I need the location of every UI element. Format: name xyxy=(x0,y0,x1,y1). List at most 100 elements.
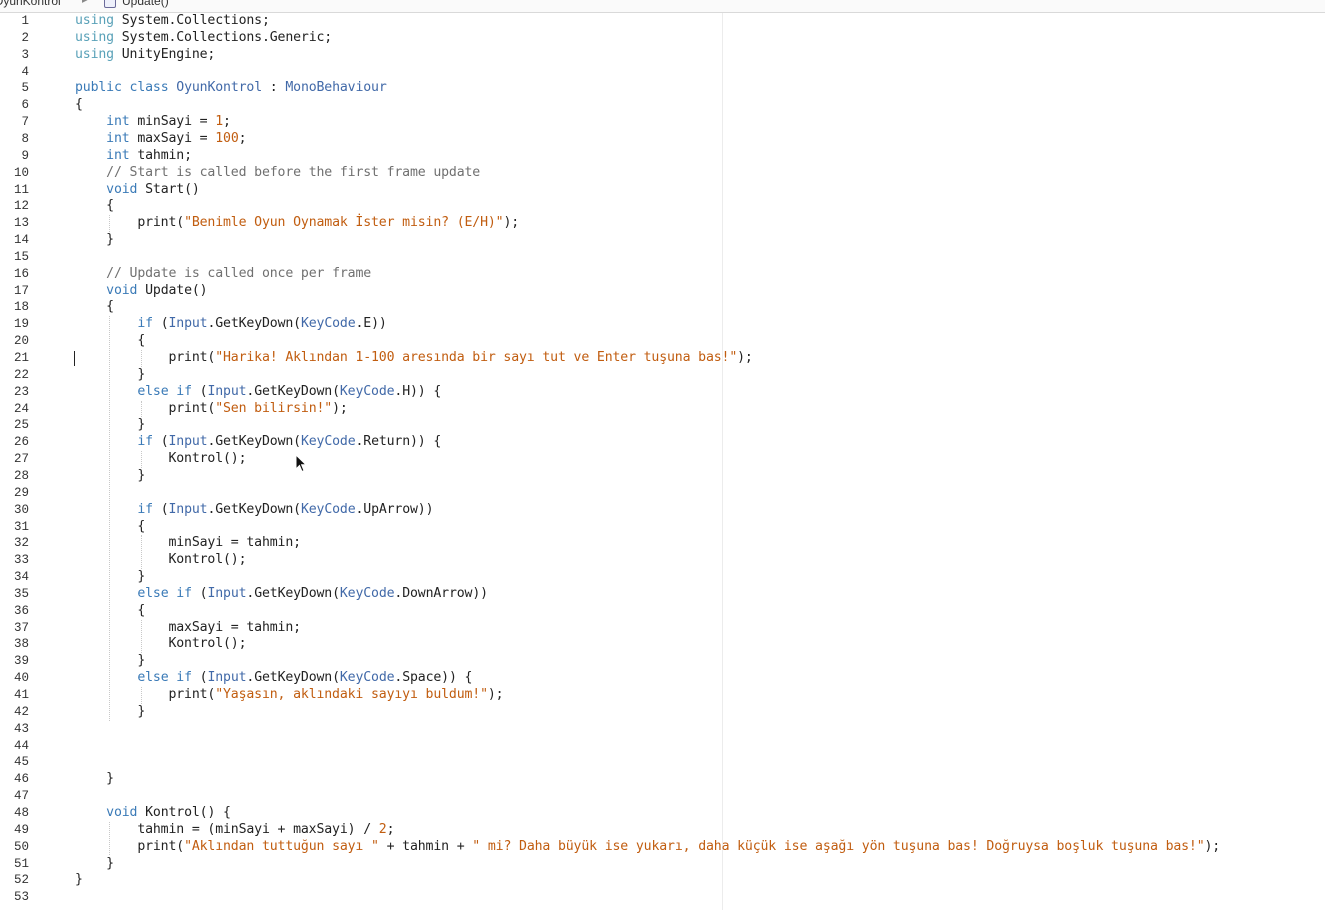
line-number: 48 xyxy=(13,805,29,820)
code-line[interactable]: 34 } xyxy=(0,569,1325,586)
breadcrumb: OyunKontrol ▸ Update() xyxy=(0,0,1325,13)
code-line[interactable]: 17 void Update() xyxy=(0,283,1325,300)
code-line[interactable]: 21 print("Harika! Aklından 1-100 aresınd… xyxy=(0,350,1325,367)
line-number: 15 xyxy=(13,249,29,264)
code-line[interactable]: 16 // Update is called once per frame xyxy=(0,266,1325,283)
line-number: 40 xyxy=(13,671,29,686)
line-number: 6 xyxy=(21,98,29,113)
code-line[interactable]: 4 xyxy=(0,64,1325,81)
code-token: using xyxy=(75,46,114,62)
code-line[interactable]: 11 void Start() xyxy=(0,182,1325,199)
code-line[interactable]: 52} xyxy=(0,872,1325,889)
code-token: print( xyxy=(75,687,216,702)
code-line[interactable]: 51 } xyxy=(0,856,1325,873)
code-line[interactable]: 31 { xyxy=(0,519,1325,536)
line-number: 39 xyxy=(13,654,29,669)
code-line[interactable]: 48 void Kontrol() { xyxy=(0,805,1325,822)
indent-guide xyxy=(141,400,143,418)
code-text: print("Benimle Oyun Oynamak İster misin?… xyxy=(75,215,519,232)
code-token: "Harika! Aklından 1-100 aresında bir say… xyxy=(215,350,738,365)
code-text: print("Aklından tuttuğun sayı " + tahmin… xyxy=(75,839,1220,856)
line-number: 23 xyxy=(13,384,29,399)
code-line[interactable]: 36 { xyxy=(0,603,1325,620)
code-text: if (Input.GetKeyDown(KeyCode.E)) xyxy=(75,316,386,333)
code-text: if (Input.GetKeyDown(KeyCode.UpArrow)) xyxy=(75,502,433,519)
code-line[interactable]: 24 print("Sen bilirsin!"); xyxy=(0,401,1325,418)
code-line[interactable]: 46 } xyxy=(0,771,1325,788)
line-number: 35 xyxy=(13,586,29,601)
line-number: 51 xyxy=(13,856,29,871)
line-number: 20 xyxy=(13,334,29,349)
code-line[interactable]: 25 } xyxy=(0,417,1325,434)
code-token: Kontrol(); xyxy=(75,552,247,568)
code-line[interactable]: 53 xyxy=(0,889,1325,906)
code-token: ); xyxy=(503,215,520,231)
indent-guide xyxy=(141,350,143,367)
code-line[interactable]: 40 else if (Input.GetKeyDown(KeyCode.Spa… xyxy=(0,670,1325,687)
code-line[interactable]: 37 maxSayi = tahmin; xyxy=(0,620,1325,637)
line-number: 14 xyxy=(13,233,29,248)
code-line[interactable]: 41 print("Yaşasın, aklındaki sayıyı buld… xyxy=(0,687,1325,704)
code-token: 100 xyxy=(215,130,239,146)
line-number: 42 xyxy=(13,704,29,719)
code-line[interactable]: 44 xyxy=(0,738,1325,755)
line-number: 12 xyxy=(13,199,29,214)
code-token: public xyxy=(75,80,122,96)
code-line[interactable]: 15 xyxy=(0,249,1325,266)
code-line[interactable]: 5 public class OyunKontrol : MonoBehaviou… xyxy=(0,80,1325,97)
code-line[interactable]: 2 using System.Collections.Generic; xyxy=(0,30,1325,47)
code-token: KeyCode xyxy=(300,501,356,517)
code-line[interactable]: 29 xyxy=(0,485,1325,502)
code-line[interactable]: 19 if (Input.GetKeyDown(KeyCode.E)) xyxy=(0,316,1325,333)
code-line[interactable]: 27 Kontrol(); xyxy=(0,451,1325,468)
code-line[interactable]: 49 tahmin = (minSayi + maxSayi) / 2; xyxy=(0,822,1325,839)
line-number: 47 xyxy=(13,789,29,804)
code-line[interactable]: 7 int minSayi = 1; xyxy=(0,114,1325,131)
code-line[interactable]: 14 } xyxy=(0,232,1325,249)
indent-guide xyxy=(141,619,143,654)
breadcrumb-method-item[interactable]: Update() xyxy=(122,0,169,8)
code-line[interactable]: 35 else if (Input.GetKeyDown(KeyCode.Dow… xyxy=(0,586,1325,603)
code-token: ); xyxy=(1204,838,1221,854)
code-line[interactable]: 50 print("Aklından tuttuğun sayı " + tah… xyxy=(0,839,1325,856)
code-line[interactable]: 6{ xyxy=(0,97,1325,114)
line-number: 4 xyxy=(21,64,29,79)
code-line[interactable]: 33 Kontrol(); xyxy=(0,552,1325,569)
code-line[interactable]: 3 using UnityEngine; xyxy=(0,47,1325,64)
code-line[interactable]: 10 // Start is called before the first f… xyxy=(0,165,1325,182)
code-line[interactable]: 43 xyxy=(0,721,1325,738)
code-line[interactable]: 38 Kontrol(); xyxy=(0,636,1325,653)
code-editor[interactable]: 1 using System.Collections; 2 using System.… xyxy=(0,13,1325,910)
line-number: 1 xyxy=(21,14,29,28)
code-line[interactable]: 22 } xyxy=(0,367,1325,384)
code-line[interactable]: 20 { xyxy=(0,333,1325,350)
code-line[interactable]: 13 print("Benimle Oyun Oynamak İster mis… xyxy=(0,215,1325,232)
code-token: tahmin = (minSayi + maxSayi) / xyxy=(75,821,379,837)
code-line[interactable]: 45 xyxy=(0,754,1325,771)
code-text: { xyxy=(75,198,114,215)
code-line[interactable]: 28 } xyxy=(0,468,1325,485)
code-line[interactable]: 1 using System.Collections; xyxy=(0,13,1325,30)
code-text: else if (Input.GetKeyDown(KeyCode.H)) { xyxy=(75,384,441,401)
code-line[interactable]: 23 else if (Input.GetKeyDown(KeyCode.H))… xyxy=(0,384,1325,401)
code-token: Kontrol() { xyxy=(137,804,231,820)
code-line[interactable]: 12 { xyxy=(0,198,1325,215)
code-line[interactable]: 26 if (Input.GetKeyDown(KeyCode.Return))… xyxy=(0,434,1325,451)
code-line[interactable]: 32 minSayi = tahmin; xyxy=(0,535,1325,552)
code-line[interactable]: 30 if (Input.GetKeyDown(KeyCode.UpArrow)… xyxy=(0,502,1325,519)
code-line[interactable]: 42 } xyxy=(0,704,1325,721)
code-line[interactable]: 9 int tahmin; xyxy=(0,148,1325,165)
line-number: 13 xyxy=(13,216,29,231)
line-number: 2 xyxy=(21,30,29,45)
code-line[interactable]: 18 { xyxy=(0,299,1325,316)
line-number: 36 xyxy=(13,603,29,618)
code-line[interactable]: 39 } xyxy=(0,653,1325,670)
breadcrumb-class-item[interactable]: OyunKontrol xyxy=(0,0,61,8)
code-line[interactable]: 47 xyxy=(0,788,1325,805)
code-token: Update() xyxy=(137,282,208,298)
code-line[interactable]: 8 int maxSayi = 100; xyxy=(0,131,1325,148)
